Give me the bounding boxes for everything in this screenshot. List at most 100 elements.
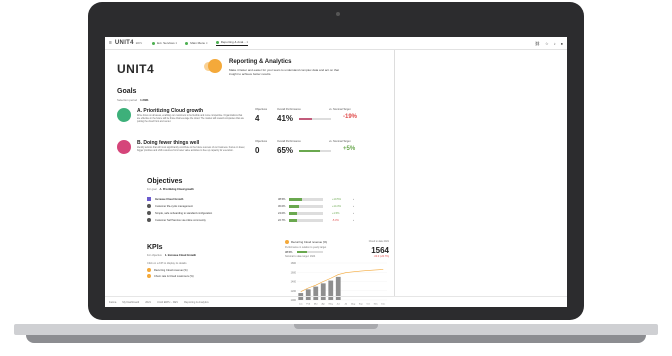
objective-bar-fill bbox=[289, 218, 297, 222]
period-value: 1 2021 bbox=[140, 98, 149, 102]
bell-icon[interactable]: ♪ bbox=[554, 41, 556, 46]
objectives-for-goal: For goal A. Prioritizing Cloud growth bbox=[147, 188, 194, 191]
star-icon[interactable]: ☆ bbox=[545, 41, 549, 46]
kpi-card-title-text: Recurring Cloud revenue (%) bbox=[291, 240, 328, 244]
performance-value: 41% bbox=[277, 114, 294, 123]
objective-row[interactable]: Customer life-cycle management 30.0% +14… bbox=[147, 203, 387, 209]
objective-bar bbox=[289, 204, 323, 208]
goals-heading: Goals bbox=[117, 88, 137, 95]
page-title: Reporting & Analytics bbox=[229, 59, 292, 65]
kpi-item-label: Churn rate & Cloud customers (%) bbox=[154, 274, 194, 278]
objectives-count: 0 bbox=[255, 146, 260, 155]
objective-bar bbox=[289, 211, 323, 215]
series-line bbox=[300, 269, 384, 292]
tab-label: Main Menu × bbox=[190, 41, 208, 45]
target-delta: -19% bbox=[343, 114, 358, 120]
y-tick-label: 1600 bbox=[291, 271, 297, 274]
objectives-count: 4 bbox=[255, 114, 260, 123]
status-item[interactable]: Fatma bbox=[109, 301, 116, 304]
objective-row[interactable]: Customer Self Service via online communi… bbox=[147, 217, 387, 223]
kpi-target-label: Nominal to date target: bbox=[285, 255, 310, 258]
kpi-card-pct: 38.5% bbox=[285, 251, 293, 254]
chevron-right-icon[interactable]: › bbox=[353, 204, 354, 208]
status-bar: Fatma My Dashboard 2021 Unit4 ERPx - DEV… bbox=[105, 296, 567, 307]
kpis-heading: KPIs bbox=[147, 244, 163, 251]
objective-label: Customer Self Service via online communi… bbox=[155, 218, 206, 222]
for-goal-value: A. Prioritizing Cloud growth bbox=[159, 188, 194, 191]
period-label: Selection period bbox=[117, 98, 138, 102]
kpi-item-label: Recurring Cloud revenue (%) bbox=[154, 268, 188, 272]
kpi-for-objective: For objective 1. Increase Cloud Growth bbox=[147, 254, 196, 257]
objective-pct: 38.5% bbox=[278, 197, 286, 201]
kpi-card-period: Cloud to date 2021 bbox=[368, 240, 389, 243]
link-icon[interactable]: ⛓ bbox=[535, 41, 540, 46]
y-tick-label: 1400 bbox=[291, 281, 297, 284]
performance-value: 65% bbox=[277, 146, 294, 155]
goal-card-b[interactable]: B. Doing fewer things well Identify acti… bbox=[117, 140, 387, 160]
user-icon[interactable]: ● bbox=[561, 41, 563, 46]
kpi-item[interactable]: Recurring Cloud revenue (%) bbox=[147, 268, 188, 272]
status-item[interactable]: My Dashboard bbox=[122, 301, 139, 304]
objective-bar-fill bbox=[289, 197, 303, 201]
objective-row[interactable]: Increase Cloud Growth 38.5% +10.5% › bbox=[147, 196, 387, 202]
objective-delta: -5.3% bbox=[332, 218, 339, 222]
selection-period[interactable]: Selection period 1 2021 bbox=[117, 98, 149, 102]
performance-bar bbox=[299, 150, 331, 152]
objective-label: Customer life-cycle management bbox=[155, 204, 193, 208]
chevron-right-icon[interactable]: › bbox=[353, 218, 354, 222]
goal-description: Identify actions that will most signific… bbox=[137, 147, 246, 152]
camera-icon bbox=[336, 12, 340, 16]
goal-card-a[interactable]: A. Prioritizing Cloud growth Drive focus… bbox=[117, 108, 387, 128]
goal-title: A. Prioritizing Cloud growth bbox=[137, 108, 204, 114]
objective-delta: +10.5% bbox=[332, 197, 341, 201]
circle-icon bbox=[147, 204, 151, 208]
status-item[interactable]: Unit4 ERPx - DEV bbox=[157, 301, 178, 304]
kpi-card-delta: -60.0 (-20.7%) bbox=[373, 255, 389, 258]
performance-column-header: Overall Performance bbox=[277, 108, 301, 111]
goal-icon bbox=[117, 108, 131, 122]
circle-icon bbox=[147, 211, 151, 215]
kpi-dot-icon bbox=[285, 240, 289, 244]
brand-sub: ERPx bbox=[135, 41, 143, 45]
goal-description: Drive focus on all areas, enabling our c… bbox=[137, 115, 244, 123]
chevron-right-icon[interactable]: › bbox=[353, 197, 354, 201]
tab-label: Reporting & Anal... × bbox=[220, 40, 249, 44]
objectives-column-header: Objectives bbox=[255, 108, 268, 111]
kpi-card-bar bbox=[297, 251, 323, 254]
for-objective-label: For objective bbox=[147, 254, 162, 257]
laptop-foot bbox=[26, 335, 646, 343]
performance-bar bbox=[299, 118, 331, 120]
side-panel bbox=[399, 50, 567, 296]
performance-column-header: Overall Performance bbox=[277, 140, 301, 143]
laptop-notch bbox=[294, 324, 378, 329]
kpi-card-title: Recurring Cloud revenue (%) bbox=[285, 240, 327, 244]
status-item[interactable]: Reporting & Analytics bbox=[184, 301, 209, 304]
kpi-target-value: 1624 bbox=[309, 255, 316, 258]
tab-icon bbox=[185, 41, 189, 45]
kpi-hint: Click on a KPI to display its details bbox=[147, 262, 187, 265]
objective-pct: 22.7% bbox=[278, 218, 286, 222]
analytics-icon bbox=[208, 59, 222, 73]
status-item[interactable]: 2021 bbox=[145, 301, 151, 304]
chevron-right-icon[interactable]: › bbox=[353, 211, 354, 215]
objective-bar bbox=[289, 197, 323, 201]
tab-reporting[interactable]: Reporting & Anal... × bbox=[215, 40, 249, 46]
objective-delta: +14.3% bbox=[332, 204, 341, 208]
objective-row[interactable]: Simple, safe onboarding to standard conf… bbox=[147, 210, 387, 216]
objective-bar-fill bbox=[289, 211, 298, 215]
page-description: Make it faster and easier for your team … bbox=[229, 68, 339, 76]
y-tick-label: 1200 bbox=[291, 290, 297, 293]
tab-main-menu[interactable]: Main Menu × bbox=[185, 41, 208, 45]
kpi-card-subtitle: Performance in relation to yearly target bbox=[285, 246, 327, 249]
kpi-dot-icon bbox=[147, 268, 151, 272]
objective-bar bbox=[289, 218, 323, 222]
tab-label: Ext. Services × bbox=[157, 41, 178, 45]
y-tick-label: 1800 bbox=[291, 262, 297, 265]
objective-delta: +1.5% bbox=[332, 211, 340, 215]
square-icon bbox=[147, 197, 151, 201]
objectives-column-header: Objectives bbox=[255, 140, 268, 143]
kpi-item[interactable]: Churn rate & Cloud customers (%) bbox=[147, 274, 194, 278]
hamburger-icon[interactable]: ≡ bbox=[109, 40, 112, 46]
tab-ext-services[interactable]: Ext. Services × bbox=[152, 41, 177, 45]
objective-label: Simple, safe onboarding to standard conf… bbox=[155, 211, 213, 215]
